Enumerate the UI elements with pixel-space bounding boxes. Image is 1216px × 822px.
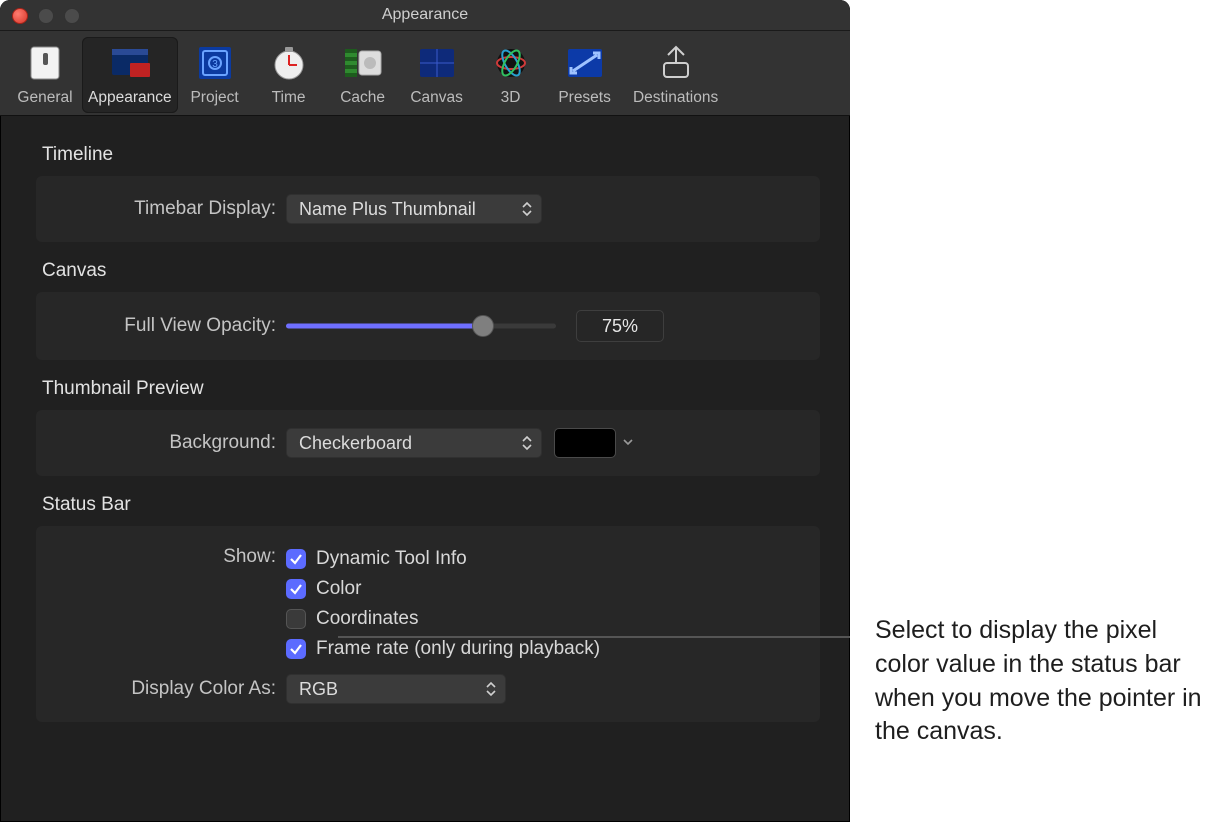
tab-appearance[interactable]: Appearance [82,37,178,113]
tab-3d[interactable]: 3D [474,37,548,113]
section-title-canvas: Canvas [42,260,820,282]
appearance-pane: Timeline Timebar Display: Name Plus Thum… [0,116,850,762]
background-label: Background: [46,432,286,454]
popup-value: RGB [299,679,338,700]
tab-general[interactable]: General [8,37,82,113]
tab-label: Cache [340,89,385,107]
tab-label: Project [190,89,238,107]
statusbar-panel: Show: Dynamic Tool Info Colo [36,526,820,722]
tab-destinations[interactable]: Destinations [622,37,730,113]
full-view-opacity-value[interactable]: 75% [576,310,664,342]
background-color-well[interactable] [554,428,616,458]
checkbox-color[interactable] [286,579,306,599]
minimize-window-button[interactable] [38,8,54,24]
window-title: Appearance [0,0,850,30]
updown-icon [485,679,499,699]
checkbox-label: Color [316,578,361,600]
checkbox-dynamic-tool-info[interactable] [286,549,306,569]
tab-label: General [17,89,72,107]
checkbox-frame-rate[interactable] [286,639,306,659]
3d-icon [489,41,533,85]
preferences-window: Appearance General [0,0,850,822]
chevron-down-icon[interactable] [622,432,634,454]
tab-label: Destinations [633,89,718,107]
tab-label: Time [272,89,306,107]
time-icon [267,41,311,85]
zoom-window-button[interactable] [64,8,80,24]
tab-presets[interactable]: Presets [548,37,622,113]
svg-text:3: 3 [212,59,218,70]
callout-leader-line [338,636,850,638]
tab-canvas[interactable]: Canvas [400,37,474,113]
display-color-as-popup[interactable]: RGB [286,674,506,704]
timeline-panel: Timebar Display: Name Plus Thumbnail [36,176,820,242]
popup-value: Checkerboard [299,433,412,454]
tab-label: Appearance [88,89,172,107]
checkbox-coordinates[interactable] [286,609,306,629]
cache-icon [341,41,385,85]
checkbox-label: Dynamic Tool Info [316,548,467,570]
popup-value: Name Plus Thumbnail [299,199,476,220]
slider-thumb[interactable] [472,315,494,337]
section-title-statusbar: Status Bar [42,494,820,516]
titlebar: Appearance [0,0,850,31]
project-icon: 3 [193,41,237,85]
tab-label: Canvas [410,89,463,107]
tab-cache[interactable]: Cache [326,37,400,113]
tab-project[interactable]: 3 Project [178,37,252,113]
appearance-icon [108,41,152,85]
presets-icon [563,41,607,85]
tab-time[interactable]: Time [252,37,326,113]
canvas-panel: Full View Opacity: 75% [36,292,820,360]
checkbox-label: Coordinates [316,608,418,630]
preferences-toolbar: General Appearance [0,31,850,116]
full-view-opacity-slider[interactable] [286,314,556,338]
callout-text: Select to display the pixel color value … [875,614,1205,749]
display-color-label: Display Color As: [46,678,286,700]
section-title-timeline: Timeline [42,144,820,166]
general-icon [23,41,67,85]
tab-label: 3D [501,89,521,107]
destinations-icon [654,41,698,85]
thumbnail-panel: Background: Checkerboard [36,410,820,476]
canvas-icon [415,41,459,85]
checkbox-label: Frame rate (only during playback) [316,638,600,660]
section-title-thumbnail: Thumbnail Preview [42,378,820,400]
window-controls [12,8,80,24]
timebar-display-label: Timebar Display: [46,198,286,220]
opacity-label: Full View Opacity: [46,315,286,337]
timebar-display-popup[interactable]: Name Plus Thumbnail [286,194,542,224]
close-window-button[interactable] [12,8,28,24]
updown-icon [521,199,535,219]
show-label: Show: [46,544,286,568]
updown-icon [521,433,535,453]
tab-label: Presets [558,89,611,107]
background-popup[interactable]: Checkerboard [286,428,542,458]
